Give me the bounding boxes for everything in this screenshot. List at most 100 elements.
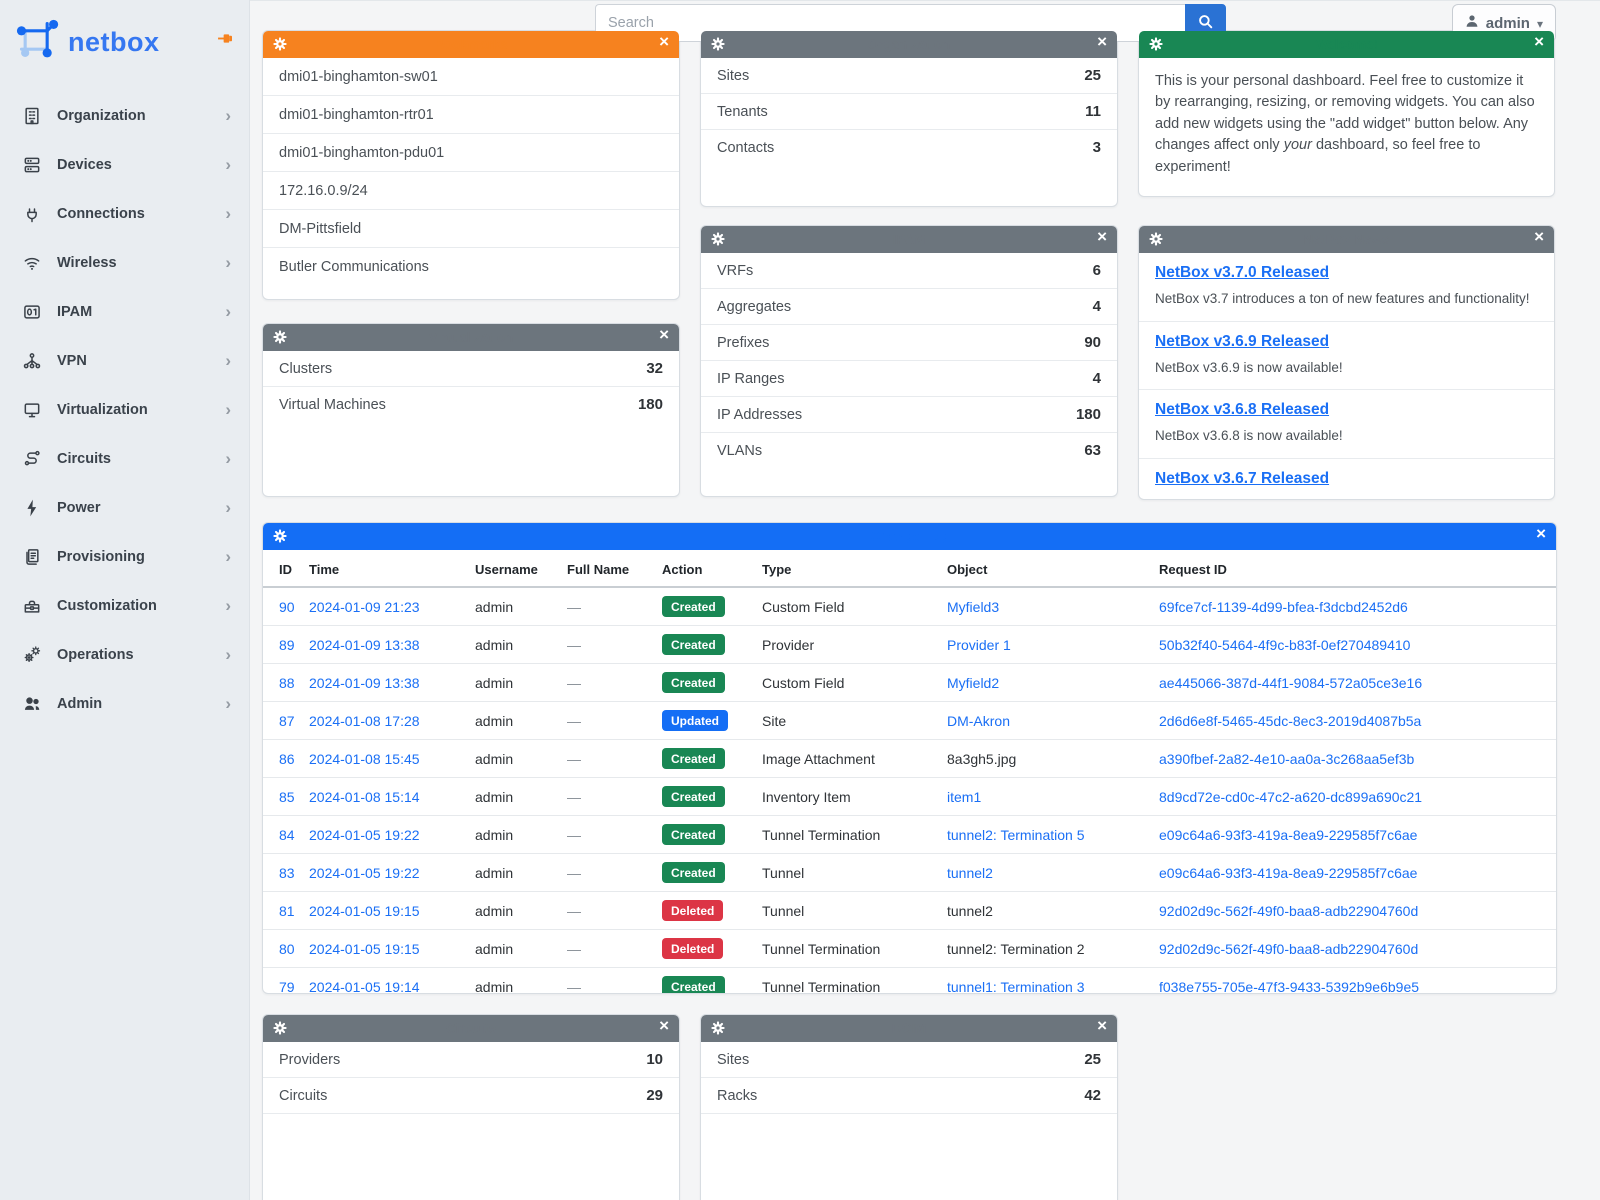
change-object-link[interactable]: Provider 1 [947,637,1011,653]
stat-row[interactable]: IP Ranges4 [701,361,1117,397]
stat-row[interactable]: Clusters32 [263,351,679,387]
request-id-link[interactable]: 50b32f40-5464-4f9c-b83f-0ef270489410 [1159,637,1410,653]
bookmark-item[interactable]: Butler Communications [263,248,679,285]
bookmark-item[interactable]: dmi01-binghamton-pdu01 [263,134,679,172]
change-id-link[interactable]: 83 [279,865,295,881]
sidebar-item-operations[interactable]: Operations [0,630,249,679]
bookmark-item[interactable]: dmi01-binghamton-sw01 [263,58,679,96]
gear-icon[interactable] [711,1021,725,1035]
close-icon[interactable] [1534,32,1544,52]
sidebar-item-virtualization[interactable]: Virtualization [0,385,249,434]
bookmark-item[interactable]: DM-Pittsfield [263,210,679,248]
change-object-link[interactable]: Myfield2 [947,675,999,691]
gear-icon[interactable] [273,330,287,344]
change-id-link[interactable]: 85 [279,789,295,805]
change-id-link[interactable]: 87 [279,713,295,729]
close-icon[interactable] [1097,227,1107,247]
request-id-link[interactable]: f038e755-705e-47f3-9433-5392b9e6b9e5 [1159,979,1419,995]
stat-row[interactable]: Contacts3 [701,130,1117,165]
change-id-link[interactable]: 86 [279,751,295,767]
stat-row[interactable]: Tenants11 [701,94,1117,130]
request-id-link[interactable]: ae445066-387d-44f1-9084-572a05ce3e16 [1159,675,1422,691]
stat-row[interactable]: VRFs6 [701,253,1117,289]
change-object-link[interactable]: tunnel1: Termination 3 [947,979,1085,995]
change-object-link[interactable]: 8a3gh5.jpg [947,751,1016,767]
news-headline-link[interactable]: NetBox v3.6.8 Released [1155,401,1329,419]
change-id-link[interactable]: 89 [279,637,295,653]
change-object-link[interactable]: tunnel2: Termination 2 [947,941,1085,957]
change-id-link[interactable]: 88 [279,675,295,691]
request-id-link[interactable]: 92d02d9c-562f-49f0-baa8-adb22904760d [1159,941,1418,957]
sidebar-item-power[interactable]: Power [0,483,249,532]
stat-row[interactable]: Sites25 [701,1042,1117,1078]
sidebar-item-vpn[interactable]: VPN [0,336,249,385]
change-time-link[interactable]: 2024-01-09 21:23 [309,599,420,615]
sidebar-item-wireless[interactable]: Wireless [0,238,249,287]
change-time-link[interactable]: 2024-01-09 13:38 [309,637,420,653]
change-id-link[interactable]: 81 [279,903,295,919]
brand-name[interactable]: netbox [68,27,160,58]
gear-icon[interactable] [1149,232,1163,246]
stat-row[interactable]: Sites25 [701,58,1117,94]
sidebar-item-admin[interactable]: Admin [0,679,249,728]
request-id-link[interactable]: 92d02d9c-562f-49f0-baa8-adb22904760d [1159,903,1418,919]
stat-row[interactable]: IP Addresses180 [701,397,1117,433]
change-id-link[interactable]: 84 [279,827,295,843]
stat-row[interactable]: VLANs63 [701,433,1117,468]
news-headline-link[interactable]: NetBox v3.6.7 Released [1155,470,1329,488]
change-time-link[interactable]: 2024-01-08 15:14 [309,789,420,805]
close-icon[interactable] [1097,1016,1107,1036]
sidebar-item-connections[interactable]: Connections [0,189,249,238]
change-time-link[interactable]: 2024-01-09 13:38 [309,675,420,691]
request-id-link[interactable]: 2d6d6e8f-5465-45dc-8ec3-2019d4087b5a [1159,713,1421,729]
sidebar-item-ipam[interactable]: IPAM [0,287,249,336]
request-id-link[interactable]: e09c64a6-93f3-419a-8ea9-229585f7c6ae [1159,827,1417,843]
sidebar-item-customization[interactable]: Customization [0,581,249,630]
change-time-link[interactable]: 2024-01-05 19:22 [309,865,420,881]
pin-icon[interactable] [218,32,233,50]
bookmark-item[interactable]: 172.16.0.9/24 [263,172,679,210]
change-object-link[interactable]: tunnel2 [947,903,993,919]
change-object-link[interactable]: item1 [947,789,981,805]
gear-icon[interactable] [273,1021,287,1035]
change-object-link[interactable]: tunnel2: Termination 5 [947,827,1085,843]
stat-row[interactable]: Providers10 [263,1042,679,1078]
change-object-link[interactable]: tunnel2 [947,865,993,881]
change-time-link[interactable]: 2024-01-05 19:15 [309,903,420,919]
change-time-link[interactable]: 2024-01-05 19:22 [309,827,420,843]
change-object-link[interactable]: DM-Akron [947,713,1010,729]
request-id-link[interactable]: 8d9cd72e-cd0c-47c2-a620-dc899a690c21 [1159,789,1422,805]
stat-row[interactable]: Prefixes90 [701,325,1117,361]
close-icon[interactable] [1097,32,1107,52]
sidebar-item-organization[interactable]: Organization [0,91,249,140]
change-id-link[interactable]: 80 [279,941,295,957]
change-object-link[interactable]: Myfield3 [947,599,999,615]
change-time-link[interactable]: 2024-01-05 19:15 [309,941,420,957]
change-time-link[interactable]: 2024-01-08 17:28 [309,713,420,729]
change-time-link[interactable]: 2024-01-05 19:14 [309,979,420,995]
stat-row[interactable]: Circuits29 [263,1078,679,1114]
request-id-link[interactable]: e09c64a6-93f3-419a-8ea9-229585f7c6ae [1159,865,1417,881]
close-icon[interactable] [659,325,669,345]
request-id-link[interactable]: a390fbef-2a82-4e10-aa0a-3c268aa5ef3b [1159,751,1414,767]
close-icon[interactable] [1534,227,1544,247]
news-headline-link[interactable]: NetBox v3.7.0 Released [1155,264,1329,282]
change-id-link[interactable]: 90 [279,599,295,615]
close-icon[interactable] [1536,524,1546,544]
sidebar-item-devices[interactable]: Devices [0,140,249,189]
sidebar-item-circuits[interactable]: Circuits [0,434,249,483]
bookmark-item[interactable]: dmi01-binghamton-rtr01 [263,96,679,134]
request-id-link[interactable]: 69fce7cf-1139-4d99-bfea-f3dcbd2452d6 [1159,599,1408,615]
change-time-link[interactable]: 2024-01-08 15:45 [309,751,420,767]
stat-row[interactable]: Racks42 [701,1078,1117,1114]
gear-icon[interactable] [711,37,725,51]
close-icon[interactable] [659,1016,669,1036]
stat-row[interactable]: Aggregates4 [701,289,1117,325]
gear-icon[interactable] [711,232,725,246]
sidebar-item-provisioning[interactable]: Provisioning [0,532,249,581]
netbox-logo[interactable] [16,18,60,67]
gear-icon[interactable] [273,37,287,51]
gear-icon[interactable] [1149,37,1163,51]
stat-row[interactable]: Virtual Machines180 [263,387,679,422]
news-headline-link[interactable]: NetBox v3.6.9 Released [1155,333,1329,351]
